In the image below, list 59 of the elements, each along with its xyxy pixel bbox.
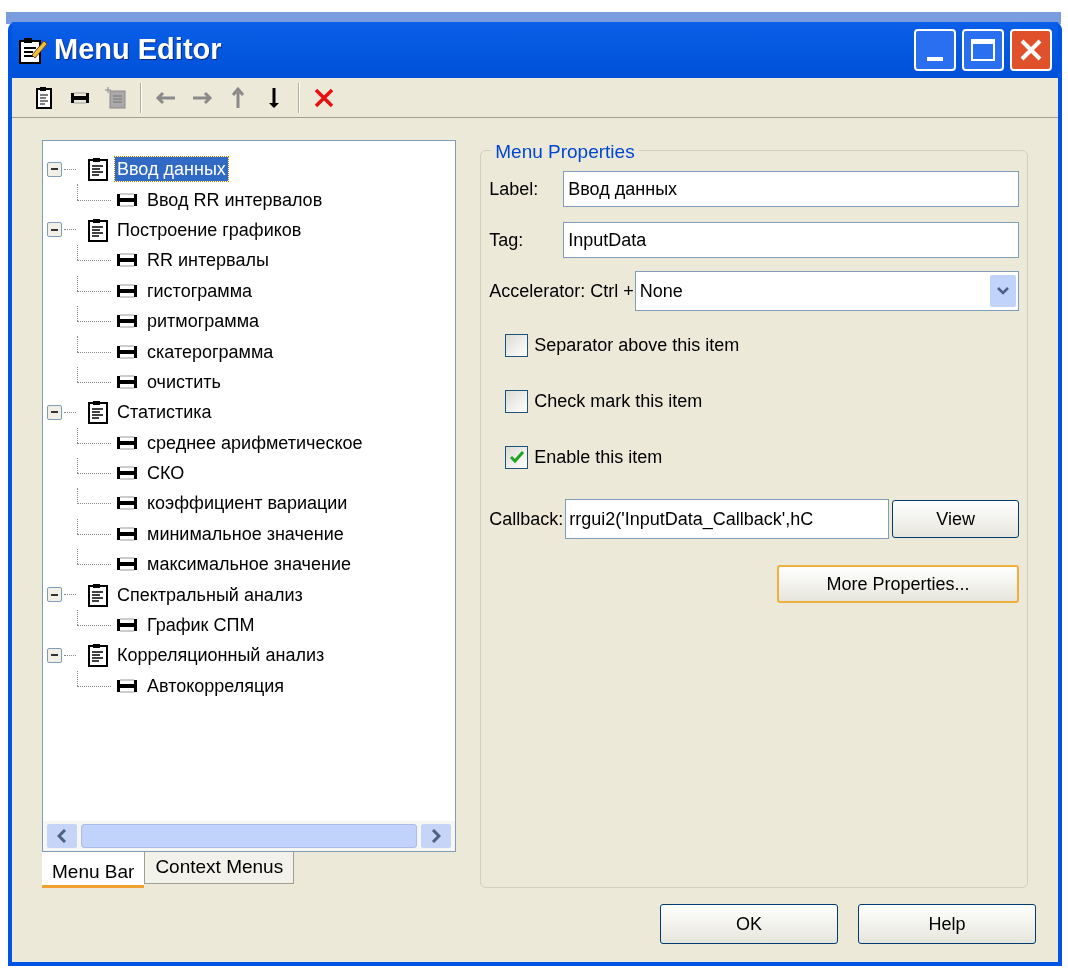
- tree-item[interactable]: гистограмма: [145, 278, 255, 303]
- view-button[interactable]: View: [892, 500, 1019, 538]
- menu-icon: [87, 217, 109, 242]
- close-button[interactable]: [1010, 29, 1052, 71]
- tab[interactable]: Menu Bar: [42, 852, 145, 888]
- tree-item[interactable]: Корреляционный анализ: [115, 643, 327, 668]
- checkbox-label: Check mark this item: [534, 389, 703, 413]
- ok-button[interactable]: OK: [660, 904, 838, 944]
- scroll-right-icon[interactable]: [421, 824, 452, 848]
- window-title: Menu Editor: [54, 32, 222, 68]
- tree-item[interactable]: минимальное значение: [145, 521, 346, 546]
- checkbox[interactable]: [505, 389, 529, 413]
- tree-item[interactable]: График СПМ: [145, 613, 257, 638]
- tree-item[interactable]: Ввод данных: [115, 157, 228, 182]
- scroll-left-icon[interactable]: [47, 824, 77, 848]
- help-button[interactable]: Help: [858, 904, 1036, 944]
- tree-item[interactable]: Построение графиков: [115, 217, 304, 242]
- collapse-icon[interactable]: [47, 161, 62, 177]
- label-field[interactable]: Ввод данных: [563, 171, 1019, 207]
- scroll-thumb[interactable]: [81, 824, 418, 848]
- tree-item[interactable]: максимальное значение: [145, 552, 353, 577]
- checkbox[interactable]: [505, 333, 529, 357]
- collapse-icon[interactable]: [47, 647, 62, 663]
- tree-item[interactable]: Ввод RR интервалов: [145, 187, 325, 212]
- collapse-icon[interactable]: [47, 587, 62, 603]
- tree-item[interactable]: среднее арифметическое: [145, 430, 365, 455]
- collapse-icon[interactable]: [47, 222, 62, 238]
- field-label: Callback:: [489, 507, 564, 531]
- horizontal-scrollbar[interactable]: [43, 821, 456, 851]
- collapse-icon[interactable]: [47, 404, 62, 420]
- tree-item[interactable]: Автокорреляция: [145, 673, 287, 698]
- menu-icon: [87, 643, 109, 668]
- field-label: Accelerator: Ctrl +: [489, 279, 634, 303]
- tree-item[interactable]: скатерограмма: [145, 339, 276, 364]
- checkbox[interactable]: [505, 445, 529, 469]
- tab[interactable]: Context Menus: [144, 852, 295, 884]
- checkbox-label: Separator above this item: [534, 333, 740, 357]
- editor-icon: [18, 35, 48, 65]
- tag-field[interactable]: InputData: [563, 222, 1019, 258]
- check-icon: [508, 449, 525, 465]
- tree-item[interactable]: ритмограмма: [145, 309, 262, 334]
- close-icon: [1019, 38, 1043, 62]
- more-properties-button[interactable]: More Properties...: [777, 565, 1019, 603]
- minimize-button[interactable]: [914, 29, 956, 71]
- checkbox-label: Enable this item: [534, 445, 663, 469]
- maximize-button[interactable]: [962, 29, 1004, 71]
- tree-item[interactable]: коэффициент вариации: [145, 491, 350, 516]
- menu-icon: [87, 582, 109, 607]
- accelerator-dropdown[interactable]: None: [634, 271, 1019, 311]
- tree-item[interactable]: очистить: [145, 369, 223, 394]
- tree-item[interactable]: СКО: [145, 461, 187, 486]
- tree-item[interactable]: Статистика: [115, 400, 214, 425]
- callback-field[interactable]: rrgui2('InputData_Callback',hC: [565, 499, 890, 539]
- field-label: Label:: [489, 177, 540, 201]
- tree-item[interactable]: RR интервалы: [145, 248, 271, 273]
- menu-icon: [87, 157, 109, 182]
- menu-icon: [87, 400, 109, 425]
- field-label: Tag:: [489, 228, 525, 252]
- tree-item[interactable]: Спектральный анализ: [115, 582, 305, 607]
